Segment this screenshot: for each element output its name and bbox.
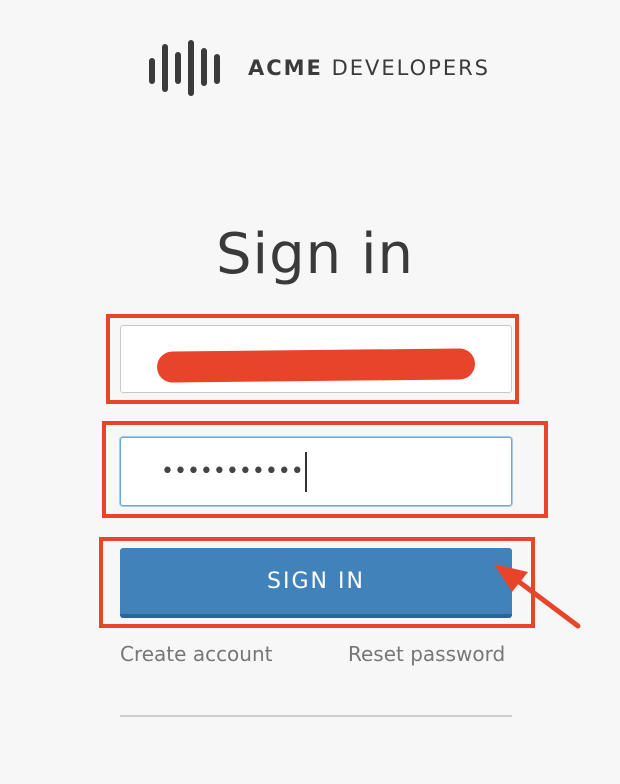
sign-in-button[interactable]: SIGN IN xyxy=(120,548,512,618)
brand-name-rest: DEVELOPERS xyxy=(322,56,491,80)
brand-name: ACME DEVELOPERS xyxy=(248,56,490,80)
divider xyxy=(120,715,512,717)
sound-bars-icon xyxy=(149,40,220,96)
username-field[interactable] xyxy=(120,325,512,393)
brand-logo[interactable]: ACME DEVELOPERS xyxy=(148,38,490,98)
password-field[interactable]: ••••••••••• xyxy=(120,437,512,506)
redaction-mark xyxy=(156,348,476,383)
page-title: Sign in xyxy=(216,222,414,287)
brand-name-strong: ACME xyxy=(248,56,323,80)
text-caret xyxy=(304,451,307,492)
create-account-link[interactable]: Create account xyxy=(120,642,273,666)
password-value: ••••••••••• xyxy=(161,459,304,484)
reset-password-link[interactable]: Reset password xyxy=(348,642,505,666)
sign-in-page: ACME DEVELOPERS Sign in ••••••••••• SIGN… xyxy=(0,0,620,784)
